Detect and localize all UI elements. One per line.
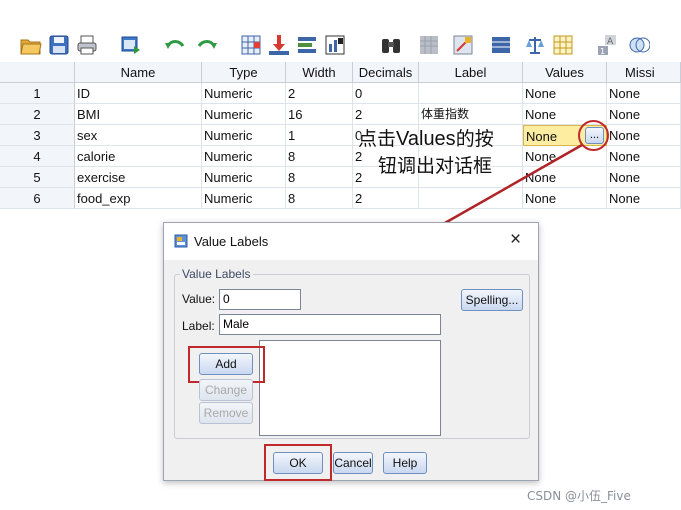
value-labels-icon[interactable]: A1 (596, 34, 618, 56)
column-header-values[interactable]: Values (523, 62, 607, 83)
split-file-icon[interactable] (490, 34, 512, 56)
cell-decimals[interactable]: 2 (353, 104, 419, 125)
annotation-prefix: 点击 (358, 128, 397, 150)
ok-highlight (264, 444, 332, 481)
cell-values[interactable]: None (523, 83, 607, 104)
redo-icon[interactable] (196, 34, 218, 56)
cell-name[interactable]: ID (75, 83, 202, 104)
value-labels-list[interactable] (259, 340, 441, 436)
help-button[interactable]: Help (383, 452, 427, 474)
group-title: Value Labels (180, 267, 253, 281)
find-icon[interactable] (380, 34, 402, 56)
value-field-label: Value: (182, 292, 216, 306)
run-descriptives-icon[interactable] (324, 34, 346, 56)
column-header-missing[interactable]: Missi (607, 62, 681, 83)
cell-type[interactable]: Numeric (202, 125, 286, 146)
cell-type[interactable]: Numeric (202, 188, 286, 209)
cell-type[interactable]: Numeric (202, 146, 286, 167)
cell-missing[interactable]: None (607, 188, 681, 209)
change-button[interactable]: Change (199, 379, 253, 401)
cell-missing[interactable]: None (607, 167, 681, 188)
row-number[interactable]: 3 (0, 125, 75, 146)
cell-type[interactable]: Numeric (202, 83, 286, 104)
dialog-title: Value Labels (194, 234, 269, 249)
cell-width[interactable]: 8 (286, 188, 353, 209)
cell-width[interactable]: 1 (286, 125, 353, 146)
svg-text:A: A (607, 37, 614, 47)
cell-width[interactable]: 8 (286, 146, 353, 167)
label-input[interactable]: Male (219, 314, 441, 335)
row-number[interactable]: 4 (0, 146, 75, 167)
watermark: CSDN @小伍_Five (527, 489, 631, 503)
cell-name[interactable]: exercise (75, 167, 202, 188)
corner-header (0, 62, 75, 83)
toolbar: A1 (0, 28, 681, 62)
select-cases-icon[interactable] (552, 34, 574, 56)
cell-type[interactable]: Numeric (202, 104, 286, 125)
column-header-decimals[interactable]: Decimals (353, 62, 419, 83)
column-header-width[interactable]: Width (286, 62, 353, 83)
cell-missing[interactable]: None (607, 125, 681, 146)
cell-label[interactable] (419, 83, 523, 104)
print-icon[interactable] (76, 34, 98, 56)
add-highlight (188, 346, 265, 383)
column-header-name[interactable]: Name (75, 62, 202, 83)
cancel-button[interactable]: Cancel (333, 452, 373, 474)
dialog-recall-icon[interactable] (120, 34, 142, 56)
goto-variable-icon[interactable] (268, 34, 290, 56)
cell-width[interactable]: 16 (286, 104, 353, 125)
undo-icon[interactable] (164, 34, 186, 56)
weight-cases-icon[interactable] (524, 34, 546, 56)
remove-button[interactable]: Remove (199, 402, 253, 424)
open-icon[interactable] (20, 34, 42, 56)
label-field-label: Label: (182, 319, 215, 333)
cell-name[interactable]: BMI (75, 104, 202, 125)
row-number[interactable]: 5 (0, 167, 75, 188)
column-header-label[interactable]: Label (419, 62, 523, 83)
column-header-type[interactable]: Type (202, 62, 286, 83)
dialog-title-bar: Value Labels × (164, 223, 538, 260)
cell-missing[interactable]: None (607, 146, 681, 167)
svg-text:1: 1 (600, 47, 605, 56)
use-variable-sets-icon[interactable] (628, 34, 651, 56)
close-icon[interactable]: × (510, 230, 521, 250)
row-number[interactable]: 6 (0, 188, 75, 209)
cell-name[interactable]: calorie (75, 146, 202, 167)
goto-case-icon[interactable] (240, 34, 262, 56)
cell-decimals[interactable]: 0 (353, 83, 419, 104)
save-icon[interactable] (48, 34, 70, 56)
cell-name[interactable]: food_exp (75, 188, 202, 209)
insert-cases-icon[interactable] (418, 34, 440, 56)
value-input[interactable]: 0 (219, 289, 301, 310)
row-number[interactable]: 1 (0, 83, 75, 104)
cell-label[interactable]: 体重指数 (419, 104, 523, 125)
cell-width[interactable]: 2 (286, 83, 353, 104)
row-number[interactable]: 2 (0, 104, 75, 125)
cell-missing[interactable]: None (607, 104, 681, 125)
value-labels-dialog-icon (174, 234, 188, 248)
cell-missing[interactable]: None (607, 83, 681, 104)
cell-width[interactable]: 8 (286, 167, 353, 188)
value-labels-dialog: Value Labels × Value Labels Value: 0 Spe… (163, 222, 539, 481)
cell-type[interactable]: Numeric (202, 167, 286, 188)
variables-icon[interactable] (296, 34, 318, 56)
cell-name[interactable]: sex (75, 125, 202, 146)
spelling-button[interactable]: Spelling... (461, 289, 523, 311)
insert-variable-icon[interactable] (452, 34, 474, 56)
